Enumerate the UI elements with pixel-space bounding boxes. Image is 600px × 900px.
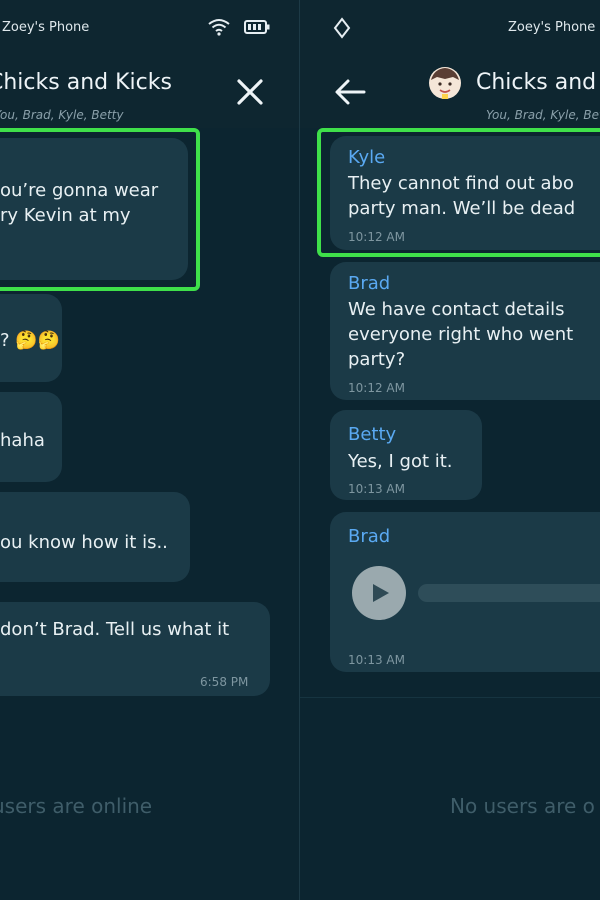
device-name: Zoey's Phone bbox=[508, 20, 596, 35]
message-bubble[interactable]: Brad We have contact details everyone ri… bbox=[330, 262, 600, 400]
message-text: Yes, I got it. bbox=[348, 451, 453, 472]
message-bubble[interactable]: ? 🤔🤔 bbox=[0, 294, 62, 382]
message-text: ? 🤔🤔 bbox=[0, 330, 61, 351]
message-time: 10:12 AM bbox=[348, 381, 405, 395]
selection-highlight bbox=[0, 128, 200, 291]
avatar[interactable] bbox=[428, 66, 462, 100]
voice-message-bubble[interactable]: Brad 10:13 AM bbox=[330, 512, 600, 672]
back-arrow-icon[interactable] bbox=[334, 78, 366, 106]
message-sender: Brad bbox=[348, 526, 391, 547]
message-bubble[interactable]: Betty Yes, I got it. 10:13 AM bbox=[330, 410, 482, 500]
message-time: 6:58 PM bbox=[200, 675, 249, 689]
message-bubble[interactable]: haha bbox=[0, 392, 62, 482]
online-status: users are online bbox=[0, 794, 153, 818]
message-sender: Betty bbox=[348, 424, 397, 445]
message-bubble[interactable]: ou know how it is.. bbox=[0, 492, 190, 582]
message-sender: Brad bbox=[348, 273, 391, 294]
right-phone-screen: Zoey's Phone Chicks and You, Brad, Kyle,… bbox=[300, 0, 600, 900]
message-text: party? bbox=[348, 349, 406, 370]
diamond-icon bbox=[333, 17, 351, 39]
message-time: 10:13 AM bbox=[348, 653, 405, 667]
chat-members: You, Brad, Kyle, Betty bbox=[486, 108, 600, 122]
close-icon[interactable] bbox=[236, 78, 264, 106]
message-text: We have contact details bbox=[348, 299, 565, 320]
message-bubble[interactable]: don’t Brad. Tell us what it 6:58 PM bbox=[0, 602, 270, 696]
chat-members: You, Brad, Kyle, Betty bbox=[0, 108, 124, 122]
message-text: haha bbox=[0, 430, 45, 451]
audio-progress-track[interactable] bbox=[418, 584, 600, 602]
online-status: No users are o bbox=[450, 794, 595, 818]
left-phone-screen: Zoey's Phone Chicks and Kicks You, Brad,… bbox=[0, 0, 300, 900]
message-text: don’t Brad. Tell us what it bbox=[0, 619, 230, 640]
play-button[interactable] bbox=[352, 566, 406, 620]
message-text: everyone right who went bbox=[348, 324, 574, 345]
battery-icon bbox=[244, 20, 270, 34]
chat-title: Chicks and Kicks bbox=[0, 70, 172, 95]
message-text: ou know how it is.. bbox=[0, 532, 168, 553]
footer-divider bbox=[300, 697, 600, 698]
device-name: Zoey's Phone bbox=[2, 20, 90, 35]
chat-title: Chicks and bbox=[476, 70, 597, 95]
message-time: 10:13 AM bbox=[348, 482, 405, 496]
selection-highlight bbox=[317, 128, 600, 257]
wifi-icon bbox=[208, 18, 230, 36]
